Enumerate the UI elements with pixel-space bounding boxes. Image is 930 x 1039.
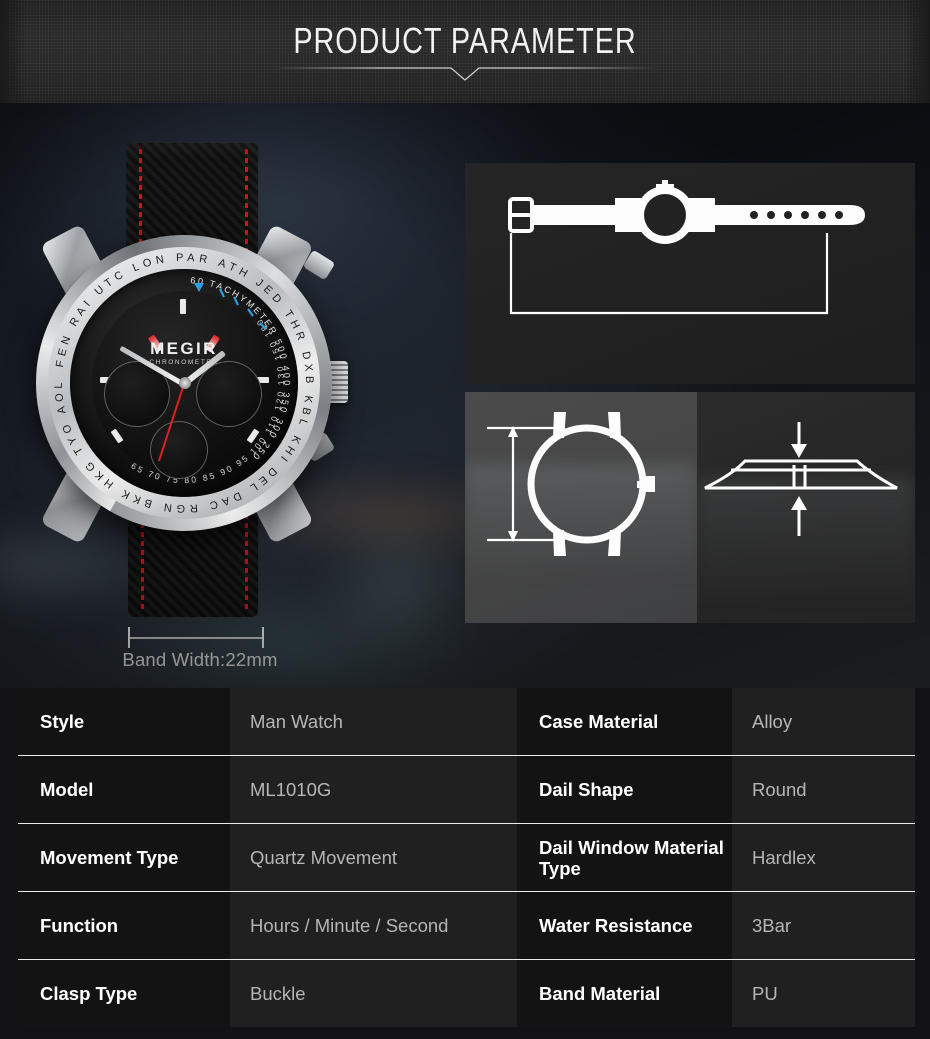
page-title: PRODUCT PARAMETER <box>293 20 637 61</box>
table-row: Movement Type Quartz Movement Dail Windo… <box>18 823 915 891</box>
product-parameter-infographic: PRODUCT PARAMETER Style Man Watch Case M… <box>0 0 930 1039</box>
spec-value: Alloy <box>732 688 915 755</box>
spec-value: ML1010G <box>230 756 517 823</box>
spec-label: Dail Window Material Type <box>517 824 732 891</box>
case-thickness-panel: Case Thickness 12mm <box>697 392 915 623</box>
spec-label: Water Resistance <box>517 892 732 959</box>
page-header: PRODUCT PARAMETER <box>0 0 930 103</box>
table-row: Clasp Type Buckle Band Material PU <box>18 959 915 1027</box>
watch-case-front-icon <box>487 412 655 556</box>
table-row: Style Man Watch Case Material Alloy <box>18 688 915 755</box>
table-row: Model ML1010G Dail Shape Round <box>18 755 915 823</box>
chevron-down-divider-icon <box>272 67 658 81</box>
spec-label: Model <box>18 756 230 823</box>
spec-value: Hardlex <box>732 824 915 891</box>
case-diameter-panel: Case Diameter 45mm <box>465 392 697 623</box>
spec-value: 3Bar <box>732 892 915 959</box>
header-left-shade <box>0 0 26 103</box>
spec-label: Movement Type <box>18 824 230 891</box>
spec-value: PU <box>732 960 915 1027</box>
spec-value: Buckle <box>230 960 517 1027</box>
spec-label: Band Material <box>517 960 732 1027</box>
spec-label: Clasp Type <box>18 960 230 1027</box>
spec-table: Style Man Watch Case Material Alloy Mode… <box>18 688 915 1028</box>
spec-label: Case Material <box>517 688 732 755</box>
header-right-shade <box>904 0 930 103</box>
spec-value: Quartz Movement <box>230 824 517 891</box>
watch-band-flat-icon <box>508 180 865 315</box>
spec-label: Style <box>18 688 230 755</box>
spec-value: Man Watch <box>230 688 517 755</box>
spec-value: Hours / Minute / Second <box>230 892 517 959</box>
spec-label: Function <box>18 892 230 959</box>
spec-label: Dail Shape <box>517 756 732 823</box>
spec-value: Round <box>732 756 915 823</box>
header-divider <box>272 62 658 82</box>
table-row: Function Hours / Minute / Second Water R… <box>18 891 915 959</box>
watch-case-side-profile-icon <box>704 422 898 536</box>
band-length-panel: Band Length 220mm <box>465 163 915 384</box>
